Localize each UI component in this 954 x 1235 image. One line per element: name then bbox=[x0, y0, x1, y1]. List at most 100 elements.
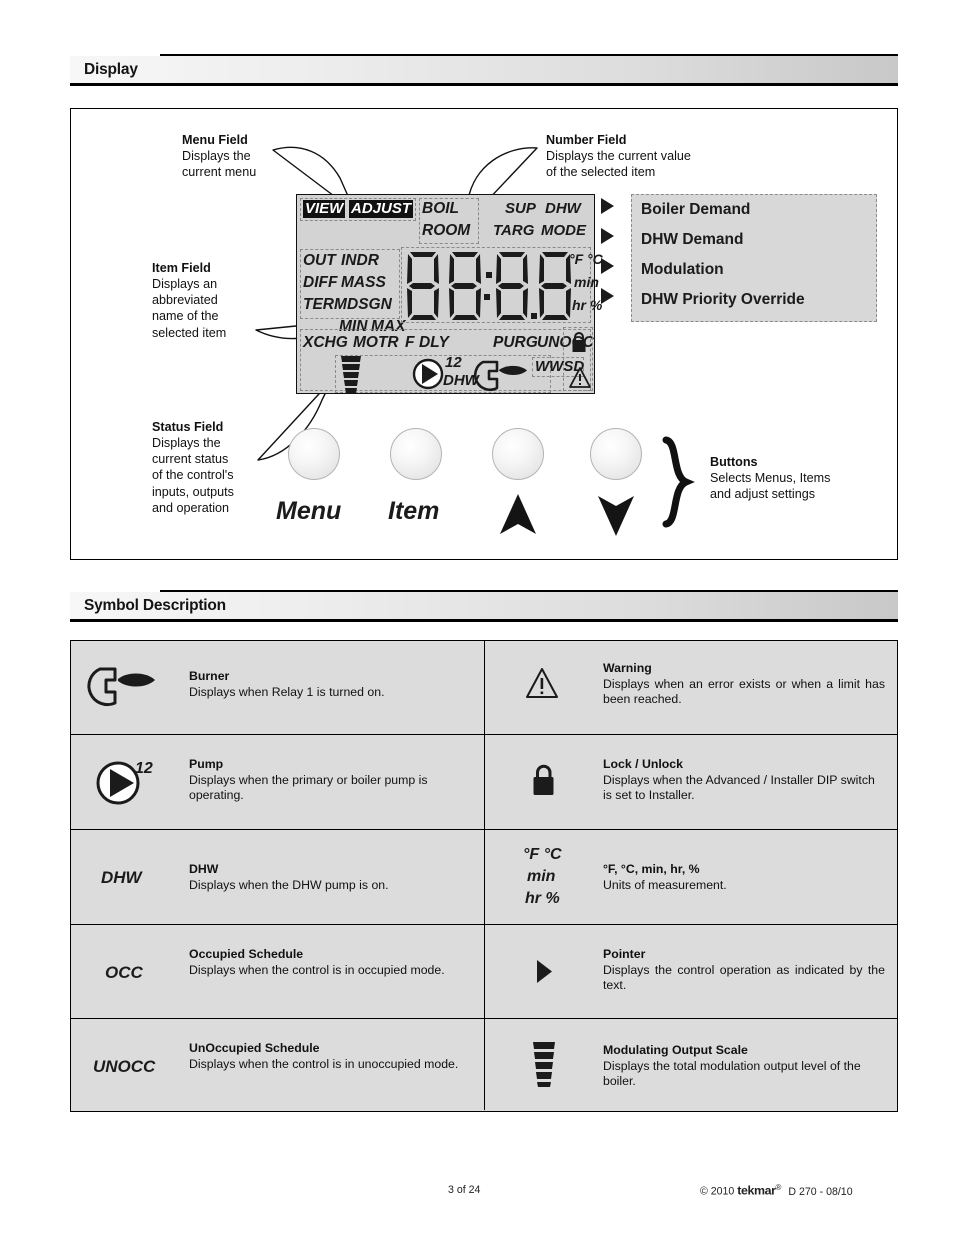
units-desc: Units of measurement. bbox=[603, 877, 727, 892]
down-arrow-icon bbox=[598, 496, 634, 536]
lcd-dhw-bottom: DHW bbox=[443, 372, 479, 389]
units-text-icon-cell: °F °C min hr % bbox=[485, 830, 603, 924]
table-cell-unocc: UNOCC UnOccupied Schedule Displays when … bbox=[71, 1019, 485, 1110]
pump-text: Pump Displays when the primary or boiler… bbox=[189, 757, 470, 804]
legend-boiler-demand: Boiler Demand bbox=[641, 201, 751, 218]
lcd-pump-icon bbox=[412, 358, 444, 390]
callout-status-field-body: Displays the current status of the control… bbox=[152, 436, 234, 515]
units-text: °F, °C, min, hr, % Units of measurement. bbox=[603, 862, 885, 893]
pointer-icon-cell bbox=[485, 925, 603, 1018]
units-text-icon-degrees: °F °C bbox=[523, 846, 562, 863]
button-item[interactable] bbox=[390, 428, 442, 480]
table-row: UNOCC UnOccupied Schedule Displays when … bbox=[71, 1019, 897, 1110]
units-text-icon-hr-pct: hr % bbox=[525, 890, 560, 907]
occ-text: Occupied Schedule Displays when the cont… bbox=[189, 947, 470, 978]
lcd-pump-number: 12 bbox=[445, 354, 462, 371]
callout-item-field-body: Displays an abbreviated name of the selecte… bbox=[152, 277, 227, 340]
section-title-symbols: Symbol Description bbox=[84, 597, 226, 614]
callout-number-field-title: Number Field bbox=[546, 133, 627, 147]
button-down[interactable] bbox=[590, 428, 642, 480]
lcd-item-max: MAX bbox=[371, 318, 406, 335]
occ-text-icon-cell: OCC bbox=[71, 925, 189, 1018]
section-header-display: Display bbox=[70, 54, 898, 86]
lcd-targ-label: TARG bbox=[493, 222, 535, 239]
lcd-seven-segment-value bbox=[405, 250, 571, 320]
warning-desc: Displays when an error exists or when a … bbox=[603, 676, 885, 707]
callout-status-field: Status Field Displays the current status o… bbox=[152, 419, 292, 516]
modulating-scale-icon bbox=[533, 1042, 555, 1087]
unocc-text: UnOccupied Schedule Displays when the co… bbox=[189, 1041, 470, 1072]
lcd-view-label: VIEW bbox=[303, 200, 346, 218]
lcd-item-min: MIN bbox=[339, 318, 368, 335]
lcd-status-dly: DLY bbox=[419, 334, 449, 351]
pump-desc: Displays when the primary or boiler pump… bbox=[189, 772, 428, 803]
footer-page-number: 3 of 24 bbox=[448, 1184, 481, 1196]
legend-dhw-demand: DHW Demand bbox=[641, 231, 744, 248]
modulating-scale-text: Modulating Output Scale Displays the tot… bbox=[603, 1043, 885, 1090]
callout-item-field-title: Item Field bbox=[152, 261, 211, 275]
lock-desc: Displays when the Advanced / Installer D… bbox=[603, 772, 875, 803]
footer-brand: tekmar bbox=[737, 1183, 776, 1198]
lcd-modulating-scale-icon bbox=[341, 356, 361, 393]
table-cell-modulating-scale: Modulating Output Scale Displays the tot… bbox=[485, 1019, 899, 1110]
lcd-item-indr: INDR bbox=[341, 252, 379, 269]
callout-number-field: Number Field Displays the current value o… bbox=[546, 132, 776, 180]
lock-icon bbox=[533, 764, 554, 795]
table-row: OCC Occupied Schedule Displays when the … bbox=[71, 925, 897, 1019]
units-title: °F, °C, min, hr, % bbox=[603, 862, 700, 876]
footer-doc-code: D 270 - 08/10 bbox=[788, 1185, 853, 1198]
button-menu-label: Menu bbox=[276, 497, 342, 525]
footer-copyright-year: © 2010 bbox=[700, 1185, 735, 1198]
burner-desc: Displays when Relay 1 is turned on. bbox=[189, 684, 385, 699]
section-header-symbols: Symbol Description bbox=[70, 590, 898, 622]
pointer-icon-dhw-demand bbox=[601, 228, 614, 244]
lock-title: Lock / Unlock bbox=[603, 757, 683, 771]
page-root: Display Menu Field Displays the current m… bbox=[0, 0, 954, 1235]
warning-icon bbox=[526, 668, 558, 698]
dhw-title: DHW bbox=[189, 862, 219, 876]
occ-title: Occupied Schedule bbox=[189, 947, 304, 961]
header-rule-symbols bbox=[160, 590, 898, 592]
warning-icon-cell bbox=[485, 641, 603, 734]
footer-registered-mark: ® bbox=[775, 1183, 782, 1192]
table-cell-units: °F °C min hr % °F, °C, min, hr, % Units … bbox=[485, 830, 899, 924]
table-cell-lock: Lock / Unlock Displays when the Advanced… bbox=[485, 735, 899, 829]
table-cell-warning: Warning Displays when an error exists or… bbox=[485, 641, 899, 734]
legend-modulation: Modulation bbox=[641, 261, 724, 278]
pump-icon: 12 bbox=[96, 760, 153, 805]
up-arrow-icon bbox=[500, 494, 536, 534]
symbol-description-table: Burner Displays when Relay 1 is turned o… bbox=[70, 640, 898, 1112]
legend-dhw-priority-override: DHW Priority Override bbox=[641, 291, 805, 308]
callout-menu-field: Menu Field Displays the current menu bbox=[182, 132, 312, 180]
dhw-text-icon-cell: DHW bbox=[71, 830, 189, 924]
table-row: DHW DHW Displays when the DHW pump is on… bbox=[71, 830, 897, 925]
pointer-title: Pointer bbox=[603, 947, 646, 961]
lcd-unit-degrees: °F °C bbox=[569, 251, 603, 267]
lcd-status-xchg: XCHG bbox=[303, 334, 348, 351]
button-up[interactable] bbox=[492, 428, 544, 480]
table-cell-pump: 12 Pump Displays when the primary or boi… bbox=[71, 735, 485, 829]
pointer-icon-boiler-demand bbox=[601, 198, 614, 214]
lcd-item-mass: MASS bbox=[341, 274, 386, 291]
dhw-text: DHW Displays when the DHW pump is on. bbox=[189, 862, 470, 893]
callout-buttons-body: Selects Menus, Items and adjust settings bbox=[710, 471, 831, 502]
button-menu[interactable] bbox=[288, 428, 340, 480]
table-cell-dhw: DHW DHW Displays when the DHW pump is on… bbox=[71, 830, 485, 924]
modulating-scale-desc: Displays the total modulation output lev… bbox=[603, 1058, 861, 1089]
lcd-status-motr: MOTR bbox=[353, 334, 399, 351]
callout-menu-field-body: Displays the current menu bbox=[182, 149, 257, 180]
lcd-item-diff: DIFF bbox=[303, 274, 338, 291]
callout-item-field: Item Field Displays an abbreviated name of… bbox=[152, 260, 282, 341]
table-row: 12 Pump Displays when the primary or boi… bbox=[71, 735, 897, 830]
table-cell-burner: Burner Displays when Relay 1 is turned o… bbox=[71, 641, 485, 734]
lcd-adjust-label: ADJUST bbox=[349, 200, 414, 218]
warning-text: Warning Displays when an error exists or… bbox=[603, 661, 885, 708]
pump-icon-cell: 12 bbox=[71, 735, 189, 829]
callout-buttons-title: Buttons bbox=[710, 455, 758, 469]
lcd-status-purg: PURG bbox=[493, 334, 538, 351]
lcd-burner-icon bbox=[473, 360, 527, 392]
units-text-icon-min: min bbox=[527, 868, 556, 885]
pointer-text: Pointer Displays the control operation a… bbox=[603, 947, 885, 994]
footer-copyright-line: © 2010 tekmar® D 270 - 08/10 bbox=[700, 1183, 853, 1198]
pointer-icon bbox=[537, 960, 552, 983]
